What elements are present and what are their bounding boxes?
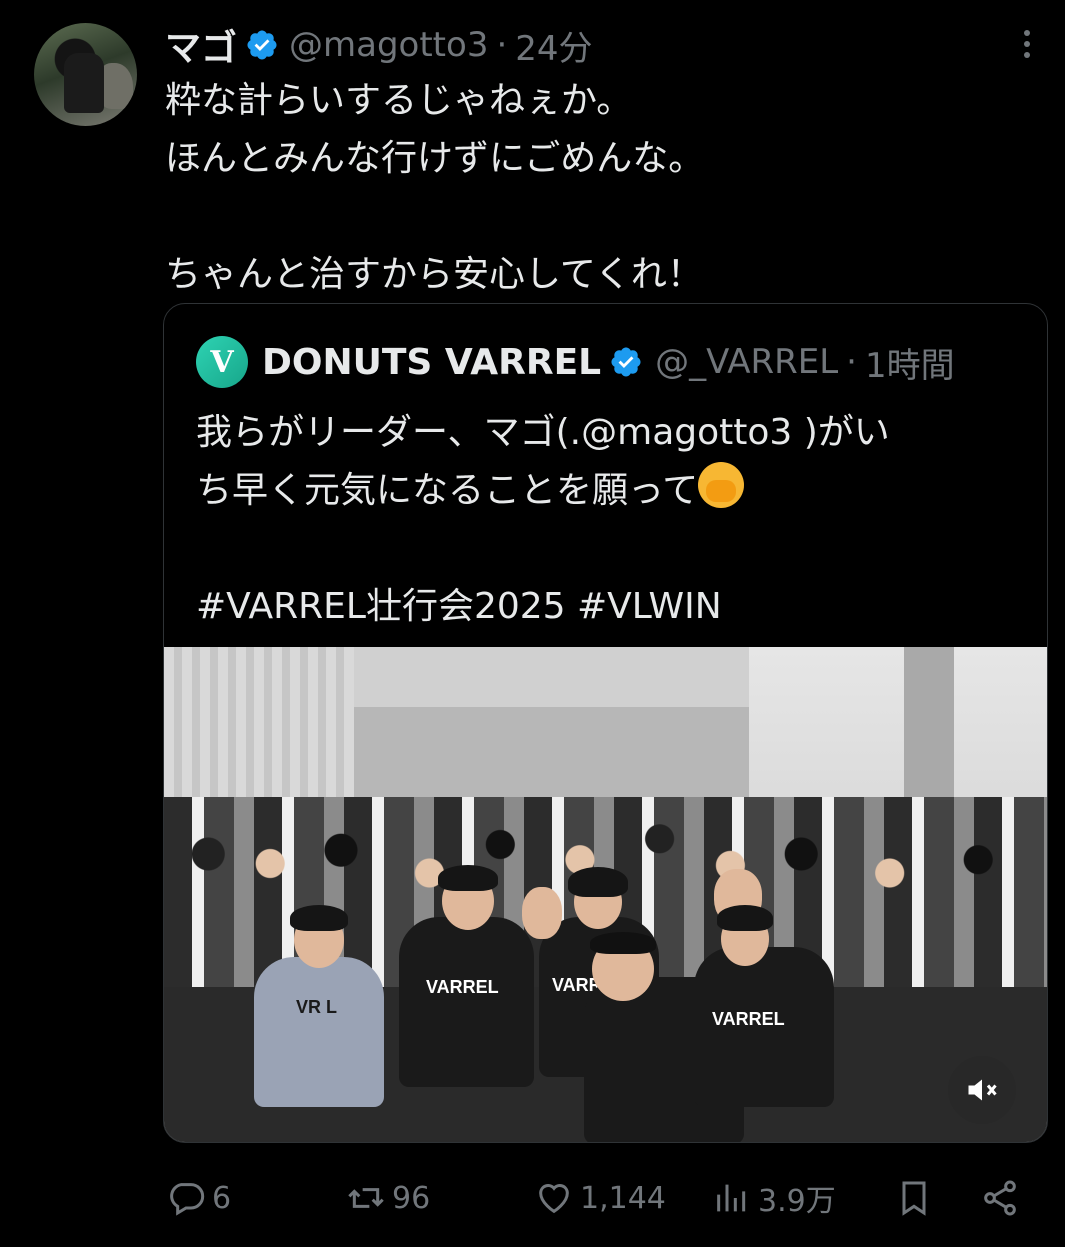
timestamp[interactable]: 24分 [515, 21, 592, 70]
shirt-text: VARREL [712, 1009, 785, 1029]
quote-timestamp[interactable]: 1時間 [865, 338, 955, 387]
display-name[interactable]: マゴ [165, 19, 237, 71]
quote-handle[interactable]: @_VARREL [655, 342, 838, 382]
avatar[interactable] [34, 23, 137, 126]
views-button[interactable]: 3.9万 [712, 1170, 836, 1226]
video-person-hair [438, 865, 498, 891]
verified-badge-icon[interactable] [609, 345, 643, 379]
tweet-text: 粋な計らいするじゃねぇか。 ほんとみんな行けずにごめんな。 ちゃんと治すから安心… [165, 80, 705, 295]
more-dot [1024, 41, 1030, 47]
tweet[interactable]: マゴ @magotto3 · 24分 粋な計らいするじゃねぇか。 ほんとみんな行… [0, 0, 1065, 1247]
shirt-text: VR L [296, 997, 338, 1017]
quote-tweet[interactable]: V DONUTS VARREL @_VARREL · 1時間 我らがリーダー、マ… [163, 303, 1048, 1143]
retweet-count: 96 [392, 1180, 431, 1216]
quote-header: V DONUTS VARREL @_VARREL · 1時間 [196, 336, 955, 388]
quote-avatar[interactable]: V [196, 336, 248, 388]
video-person-hair [568, 867, 628, 897]
retweet-icon [348, 1188, 384, 1208]
reply-icon [170, 1183, 205, 1216]
mute-button[interactable] [948, 1056, 1016, 1124]
verified-badge-icon[interactable] [245, 28, 279, 62]
like-count: 1,144 [580, 1180, 666, 1216]
reply-count: 6 [212, 1180, 232, 1216]
video-person-cap [590, 932, 656, 954]
quote-text: 我らがリーダー、マゴ(.@magotto3 )がい ち早く元気になることを願って… [196, 404, 1016, 636]
tweet-header: マゴ @magotto3 · 24分 [165, 20, 593, 70]
separator: · [846, 342, 857, 382]
action-bar: 6 96 1,144 3.9万 [166, 1170, 1046, 1226]
varrel-logo-letter: V [210, 344, 234, 380]
quote-display-name[interactable]: DONUTS VARREL [262, 342, 601, 383]
reply-button[interactable]: 6 [166, 1170, 231, 1226]
more-dot [1024, 52, 1030, 58]
more-icon[interactable] [1012, 24, 1042, 64]
quote-text-line: ち早く元気になることを願って [196, 470, 699, 511]
bookmark-icon [902, 1181, 926, 1216]
like-button[interactable]: 1,144 [534, 1170, 666, 1226]
retweet-button[interactable]: 96 [346, 1170, 430, 1226]
avatar-figure [64, 53, 104, 113]
views-icon [717, 1184, 746, 1212]
mute-icon [968, 1079, 997, 1101]
quote-video[interactable]: VR L VARREL VARREL VARREL [164, 647, 1047, 1142]
like-icon [539, 1184, 569, 1214]
views-count: 3.9万 [758, 1184, 836, 1219]
separator: · [496, 25, 508, 65]
hashtags[interactable]: #VARREL壮行会2025 #VLWIN [196, 586, 722, 627]
shirt-text: VARREL [426, 977, 499, 997]
more-dot [1024, 30, 1030, 36]
bookmark-button[interactable] [894, 1170, 934, 1226]
video-person [254, 957, 384, 1107]
video-person-hand [522, 887, 562, 939]
video-person [399, 917, 534, 1087]
video-person-hair [290, 905, 348, 931]
quote-text-line: 我らがリーダー、マゴ(.@magotto3 )がい [196, 412, 890, 453]
face-in-hands-emoji-icon [698, 462, 745, 508]
share-button[interactable] [980, 1170, 1020, 1226]
share-icon [984, 1180, 1016, 1216]
handle[interactable]: @magotto3 [289, 25, 488, 65]
video-person-hair [717, 905, 773, 931]
